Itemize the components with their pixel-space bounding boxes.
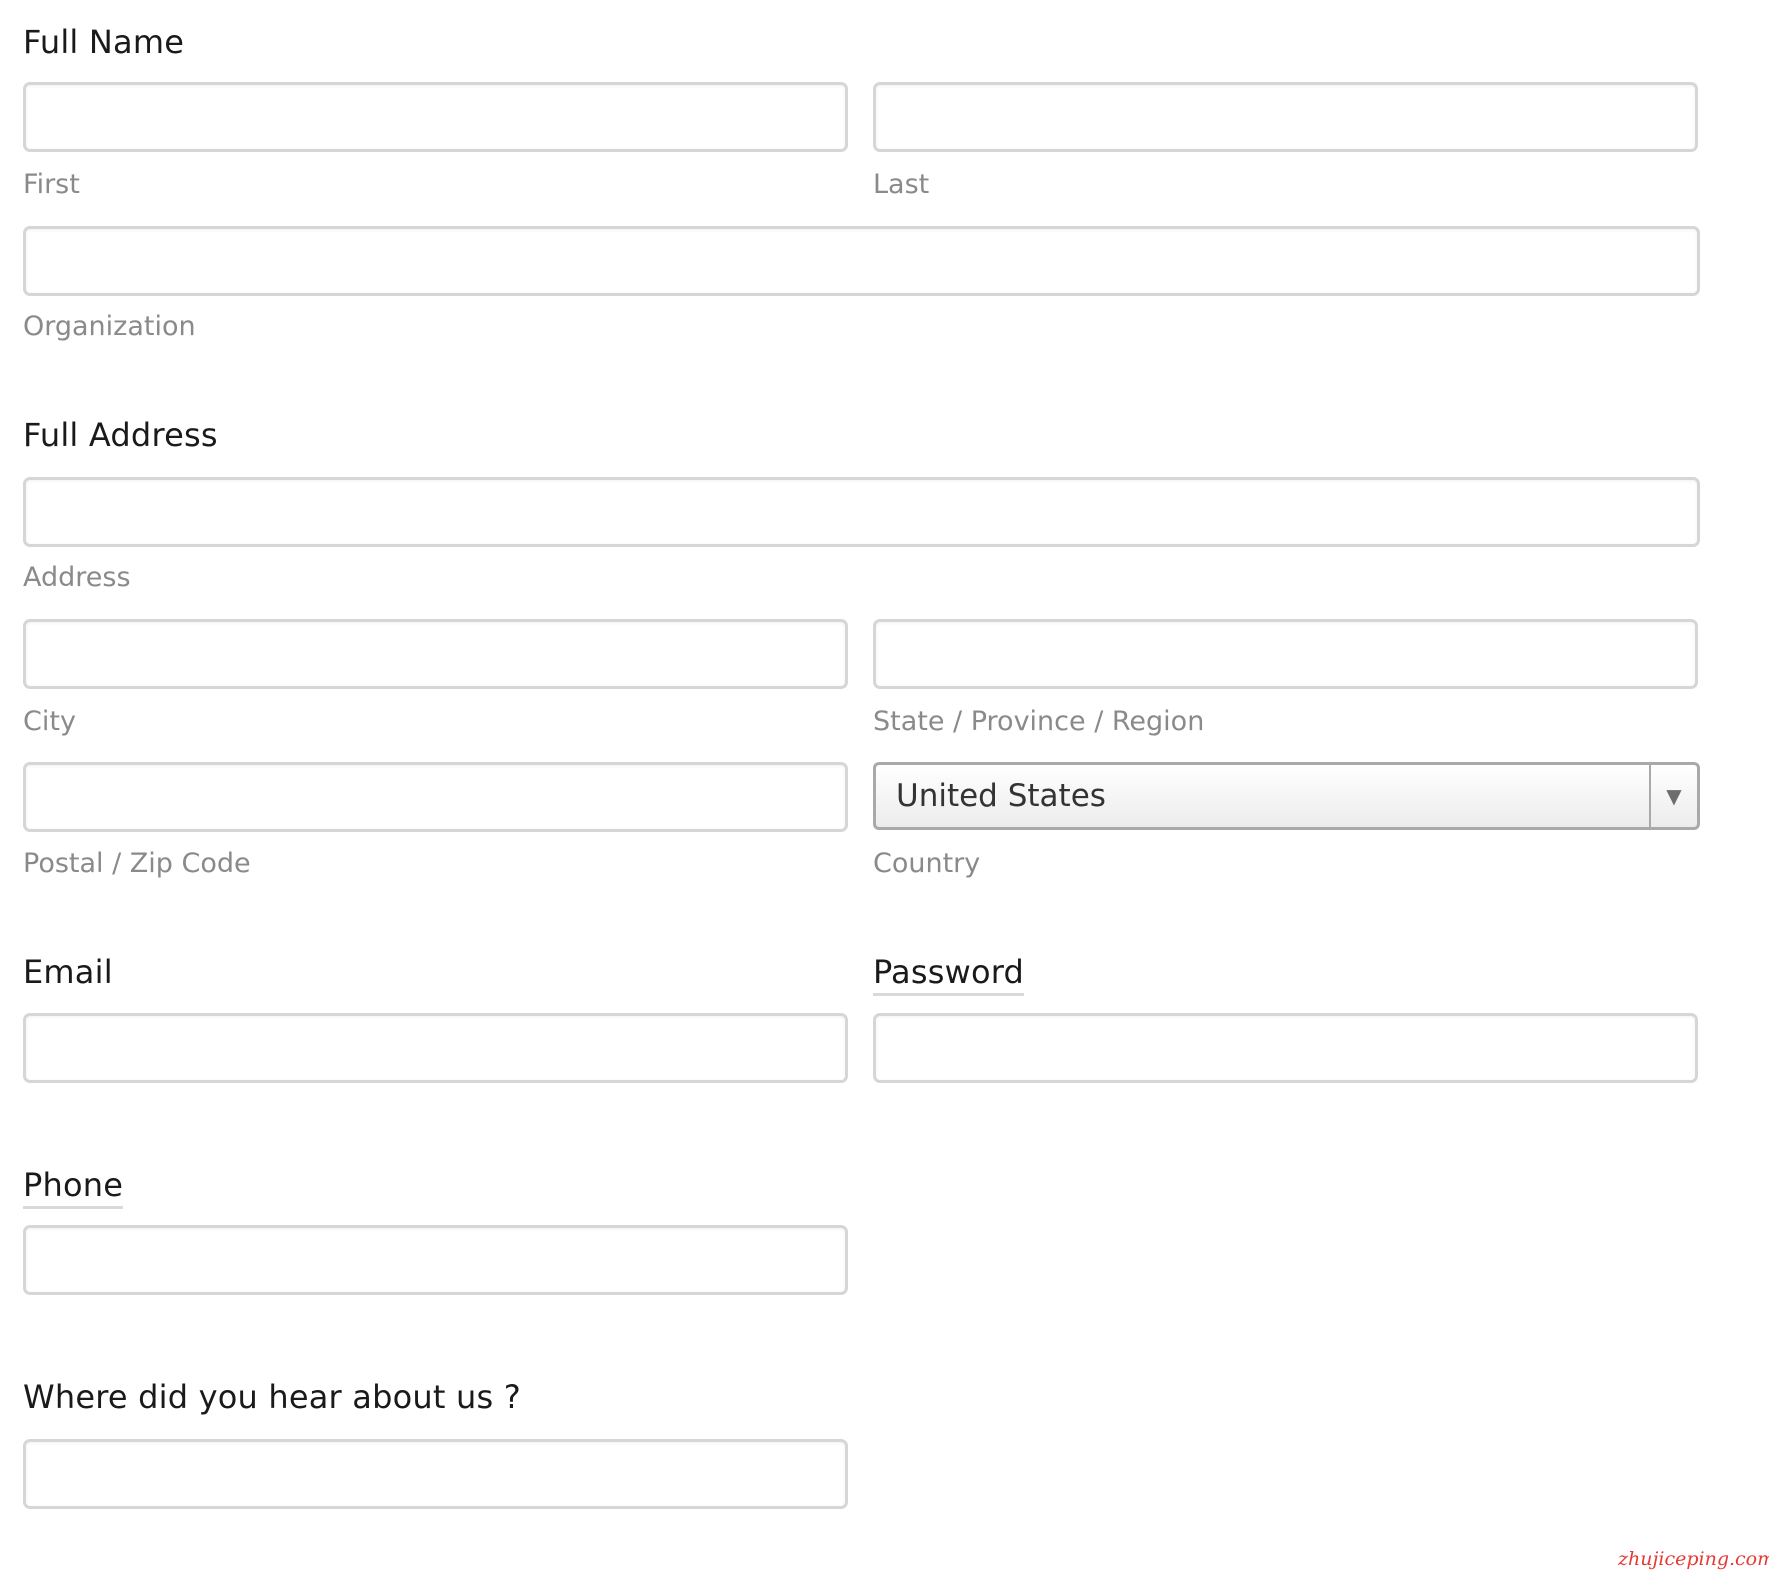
- city-sublabel: City: [23, 706, 76, 737]
- watermark-text: zhujiceping.com: [1618, 1548, 1769, 1570]
- email-heading: Email: [23, 953, 113, 991]
- phone-heading: Phone: [23, 1169, 124, 1209]
- phone-input[interactable]: [23, 1225, 848, 1295]
- state-sublabel: State / Province / Region: [873, 706, 1205, 737]
- triangle-down-icon[interactable]: ▼: [1649, 765, 1697, 827]
- state-input[interactable]: [873, 619, 1698, 689]
- organization-sublabel: Organization: [23, 311, 196, 342]
- postal-code-sublabel: Postal / Zip Code: [23, 848, 251, 879]
- city-input[interactable]: [23, 619, 848, 689]
- referral-input[interactable]: [23, 1439, 848, 1509]
- first-name-input[interactable]: [23, 82, 848, 152]
- password-input[interactable]: [873, 1013, 1698, 1083]
- full-name-heading: Full Name: [23, 23, 185, 61]
- postal-code-input[interactable]: [23, 762, 848, 832]
- first-name-sublabel: First: [23, 169, 80, 200]
- address-input[interactable]: [23, 477, 1700, 547]
- organization-input[interactable]: [23, 226, 1700, 296]
- full-address-heading: Full Address: [23, 416, 218, 454]
- email-input[interactable]: [23, 1013, 848, 1083]
- last-name-sublabel: Last: [873, 169, 930, 200]
- country-sublabel: Country: [873, 848, 981, 879]
- password-heading: Password: [873, 956, 1025, 996]
- country-select[interactable]: United States ▼: [873, 762, 1700, 830]
- address-sublabel: Address: [23, 562, 131, 593]
- referral-heading: Where did you hear about us ?: [23, 1378, 521, 1416]
- country-selected-value: United States: [896, 778, 1106, 814]
- last-name-input[interactable]: [873, 82, 1698, 152]
